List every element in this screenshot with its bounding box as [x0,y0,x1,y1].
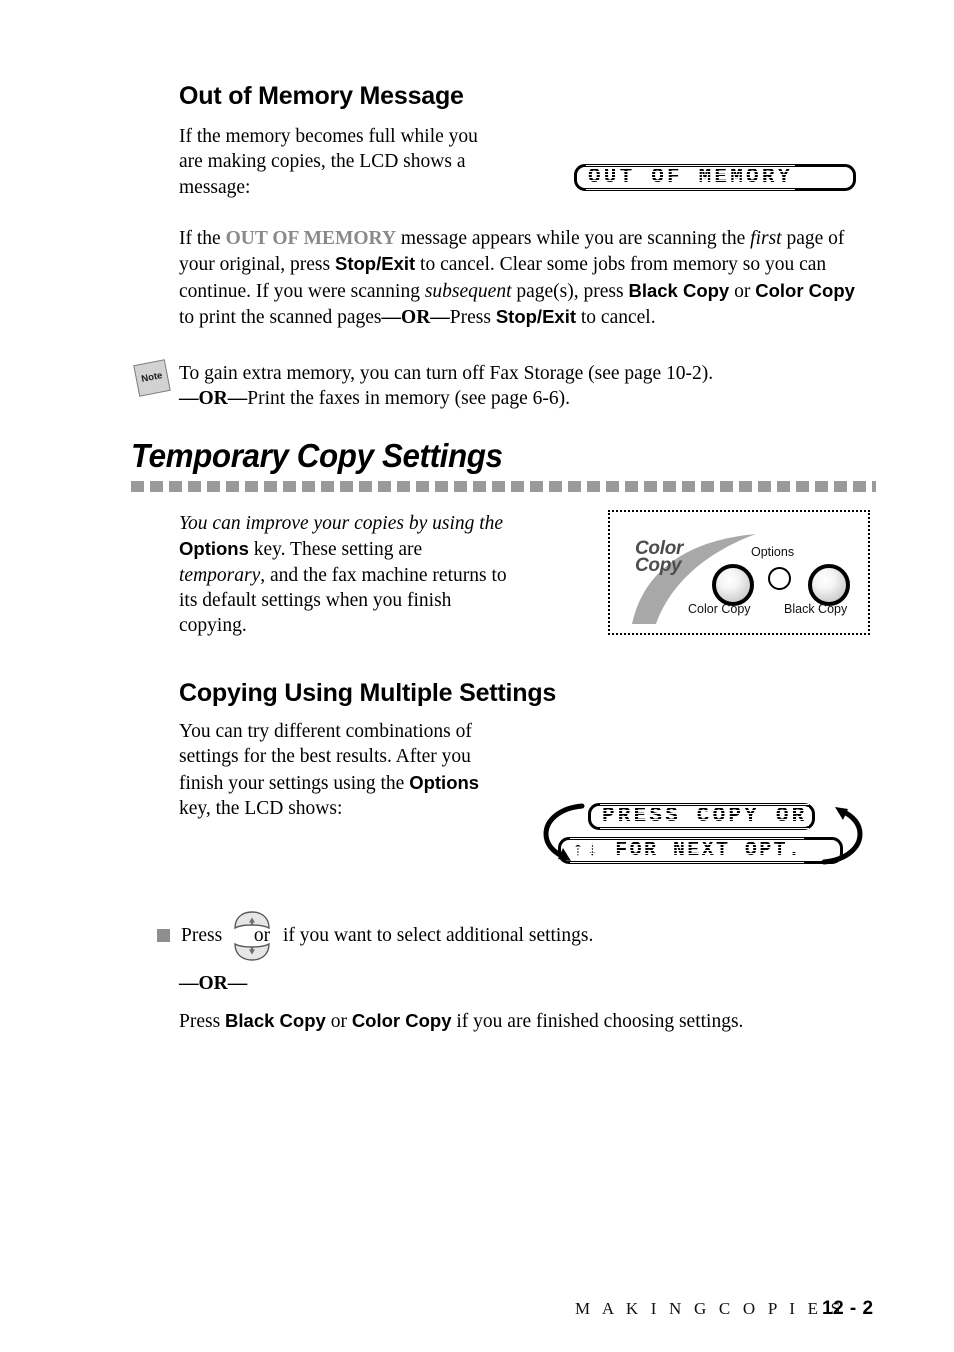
control-panel-figure: Color Copy Color Copy Options Black Copy [608,510,870,635]
step-press-suffix: if you want to select additional setting… [283,925,594,946]
black-copy-button[interactable] [808,564,850,606]
or-separator: —OR— [381,306,450,328]
paragraph-copying-multiple-settings: You can try different combinations of se… [179,719,514,821]
text-fragment: to print the scanned pages [179,306,382,328]
key-name-stop-exit: Stop/Exit [334,253,416,275]
note-icon-label: Note [140,370,164,385]
key-name-black-copy: Black Copy [628,279,730,301]
cycle-arrow-right-icon [821,807,863,865]
note-or-separator: —OR— [179,388,248,410]
emphasis-out-of-memory: OUT OF MEMORY [225,228,397,249]
text-fragment: page(s), press [511,280,629,302]
heading-out-of-memory-message: Out of Memory Message [179,82,464,110]
paragraph-note: To gain extra memory, you can turn off F… [179,361,873,412]
italic-lead: You can improve your copies by using the [179,513,504,534]
lcd-display-out-of-memory: OUT OF MEMORY [574,163,856,192]
italic-temporary: temporary [179,564,261,586]
paragraph-out-of-memory-intro: If the memory becomes full while you are… [179,126,478,198]
color-copy-logo-line2: Copy [635,555,682,576]
key-name-color-copy-2: Color Copy [351,1010,452,1031]
note-line-1: To gain extra memory, you can turn off F… [179,363,714,384]
text-fragment: to cancel. [576,306,656,328]
or-separator-standalone: —OR— [179,973,248,994]
note-line-2: Print the faxes in memory (see page 6-6)… [247,388,570,410]
key-glyph-or-label: or [253,925,271,946]
text-fragment: Press [449,306,496,328]
paragraph-temporary-copy-settings: You can improve your copies by using the… [179,511,509,638]
footer-page-number: 12 - 2 [822,1298,874,1319]
lcd-text-line-1: PRESS COPY OR [599,802,810,831]
note-icon: Note [133,359,171,397]
lcd-display-press-copy: PRESS COPY OR [588,802,815,831]
heading-copying-using-multiple-settings: Copying Using Multiple Settings [179,679,557,707]
lcd-text-line-2: ↑↓ FOR NEXT OPT. [569,836,805,865]
key-name-black-copy-2: Black Copy [225,1010,326,1031]
manual-page: Out of Memory Message If the memory beco… [0,0,954,1352]
lcd-text-out-of-memory: OUT OF MEMORY [585,163,796,192]
heading-temporary-copy-settings: Temporary Copy Settings [131,437,503,474]
key-name-color-copy: Color Copy [755,279,855,301]
paragraph-final-instruction: Press Black Copy or Color Copy if you ar… [179,1008,873,1034]
lcd-display-for-next-opt: ↑↓ FOR NEXT OPT. [558,836,843,865]
text-fragment: key, the LCD shows: [179,797,343,819]
cycle-arrow-left-icon [543,803,585,861]
key-name-options: Options [179,538,249,560]
text-fragment: If the [179,228,226,249]
heading-dashed-rule [131,481,876,492]
text-fragment: key. These setting are [248,539,423,561]
color-copy-button-label: Color Copy [688,602,751,616]
key-name-options-2: Options [409,771,480,793]
text-fragment: or [729,280,756,302]
footer-chapter-title: M A K I N G C O P I E S [575,1299,845,1318]
paragraph-out-of-memory-details: If the OUT OF MEMORY message appears whi… [179,226,873,330]
section-header-temporary-copy-settings: Temporary Copy Settings [131,437,876,492]
text-fragment: message appears while you are scanning t… [396,228,751,249]
text-fragment: if you are finished choosing settings. [451,1011,744,1032]
italic-subsequent: subsequent [424,280,512,302]
list-bullet [157,929,170,942]
italic-first: first [750,228,782,249]
color-copy-logo: Color Copy [635,539,683,576]
black-copy-button-label: Black Copy [784,602,848,616]
options-button[interactable] [768,567,791,590]
options-button-label: Options [751,545,795,559]
color-copy-button[interactable] [712,564,754,606]
text-fragment: Press [179,1011,226,1032]
text-fragment: or [325,1011,352,1032]
key-name-stop-exit-2: Stop/Exit [495,305,576,327]
